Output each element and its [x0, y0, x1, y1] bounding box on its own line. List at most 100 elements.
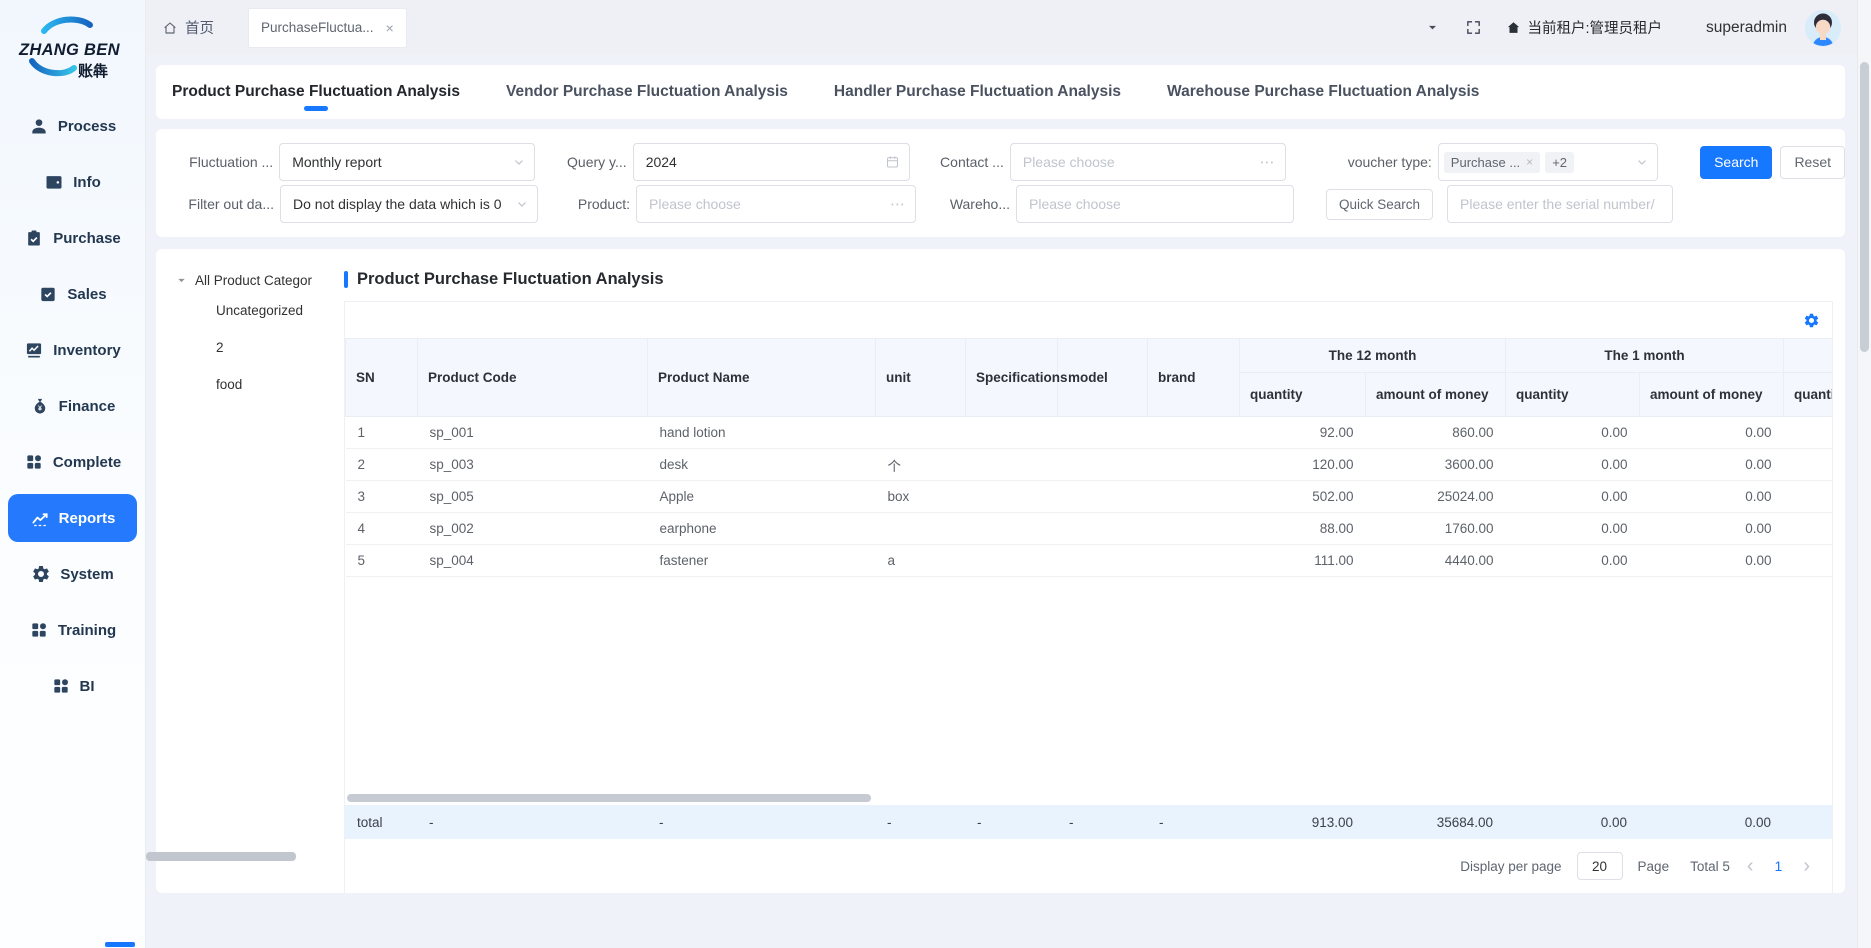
tree-root-all-product-categories[interactable]: All Product Categor — [168, 273, 344, 288]
next-page-icon[interactable]: › — [1801, 856, 1812, 876]
sidebar-item-label: Purchase — [53, 230, 121, 247]
table-row[interactable]: 2sp_003desk个120.003600.000.000.00 — [346, 449, 1833, 481]
sidebar-item-process[interactable]: Process — [8, 102, 137, 150]
table-horizontal-scrollbar-thumb[interactable] — [347, 794, 871, 802]
voucher-type-select[interactable]: Purchase ... × +2 — [1438, 143, 1658, 181]
sidebar-item-training[interactable]: Training — [8, 606, 137, 654]
fullscreen-icon[interactable] — [1465, 19, 1482, 36]
contact-input[interactable] — [1011, 144, 1285, 180]
table-scroll-container[interactable]: SNProduct CodeProduct NameunitSpecificat… — [345, 338, 1832, 577]
breadcrumb-home[interactable]: 首页 — [162, 17, 214, 38]
prev-page-icon[interactable]: ‹ — [1745, 856, 1756, 876]
collapse-caret-icon[interactable] — [1426, 21, 1439, 34]
title-accent-bar — [344, 271, 348, 288]
report-tab-3[interactable]: Handler Purchase Fluctuation Analysis — [834, 65, 1121, 119]
sidebar-scrollbar-thumb[interactable] — [105, 942, 135, 947]
cell: sp_001 — [418, 417, 648, 449]
product-input[interactable] — [637, 186, 915, 222]
contact-label: Contact ... — [938, 154, 1003, 170]
sidebar-item-info[interactable]: Info — [8, 158, 137, 206]
category-tree: All Product Categor Uncategorized2food — [168, 261, 344, 893]
tree-item-uncategorized[interactable]: Uncategorized — [168, 292, 344, 329]
sidebar-item-bi[interactable]: BI — [8, 662, 137, 710]
tree-item-food[interactable]: food — [168, 366, 344, 403]
serial-input[interactable] — [1448, 186, 1672, 222]
table-row[interactable]: 3sp_005Applebox502.0025024.000.000.00 — [346, 481, 1833, 513]
page-size-input[interactable] — [1577, 852, 1623, 880]
table-horizontal-scrollbar — [345, 791, 1832, 805]
product-label: Product: — [564, 196, 630, 212]
tenant-indicator[interactable]: 当前租户:管理员租户 — [1506, 17, 1662, 38]
sidebar-item-label: System — [60, 566, 113, 583]
ellipsis-icon[interactable]: ⋯ — [890, 195, 906, 213]
sidebar-item-sales[interactable]: Sales — [8, 270, 137, 318]
avatar-image — [1805, 10, 1841, 46]
report-tab-1[interactable]: Product Purchase Fluctuation Analysis — [172, 65, 460, 119]
total-cell: - — [417, 805, 647, 839]
tab-close-icon[interactable]: × — [386, 20, 394, 36]
table-row[interactable]: 5sp_004fastenera111.004440.000.000.00 — [346, 545, 1833, 577]
column-settings-gear-icon[interactable] — [1803, 312, 1820, 329]
cell: 0.00 — [1640, 513, 1784, 545]
filter-row-2: Filter out da... Do not display the data… — [156, 185, 1845, 223]
sidebar-item-purchase[interactable]: Purchase — [8, 214, 137, 262]
sidebar-item-inventory[interactable]: Inventory — [8, 326, 137, 374]
column-header: model — [1058, 339, 1148, 417]
query-year-input[interactable] — [634, 144, 910, 180]
current-page-number[interactable]: 1 — [1771, 858, 1787, 874]
cell: 0.00 — [1506, 513, 1640, 545]
filter-zero-select[interactable]: Do not display the data which is 0 — [280, 185, 538, 223]
grid-icon — [29, 620, 49, 640]
cell: 1 — [346, 417, 418, 449]
cell — [1148, 449, 1240, 481]
sidebar-item-system[interactable]: System — [8, 550, 137, 598]
grid-icon — [24, 452, 44, 472]
cell — [966, 481, 1058, 513]
total-cell: - — [1147, 805, 1239, 839]
cell — [966, 449, 1058, 481]
sidebar-item-finance[interactable]: ¥Finance — [8, 382, 137, 430]
brand-logo[interactable]: ZHANG BEN 账犇 — [13, 8, 133, 92]
cell — [1058, 417, 1148, 449]
sidebar-item-complete[interactable]: Complete — [8, 438, 137, 486]
column-header: unit — [876, 339, 966, 417]
quick-search-button[interactable]: Quick Search — [1326, 189, 1433, 220]
sidebar-item-reports[interactable]: Reports — [8, 494, 137, 542]
cell: 0.00 — [1506, 417, 1640, 449]
avatar[interactable] — [1805, 10, 1841, 46]
reset-button[interactable]: Reset — [1780, 146, 1845, 179]
breadcrumb-home-label: 首页 — [185, 17, 214, 38]
svg-text:¥: ¥ — [38, 405, 42, 413]
fluctuation-select[interactable]: Monthly report — [279, 143, 535, 181]
report-tab-4[interactable]: Warehouse Purchase Fluctuation Analysis — [1167, 65, 1479, 119]
total-cell: - — [965, 805, 1057, 839]
cell — [1784, 449, 1832, 481]
table-row[interactable]: 4sp_002earphone88.001760.000.000.00 — [346, 513, 1833, 545]
query-year-label: Query y... — [561, 154, 626, 170]
fluctuation-label: Fluctuation ... — [178, 154, 273, 170]
page-vertical-scrollbar-thumb[interactable] — [1860, 62, 1869, 352]
content-panel: All Product Categor Uncategorized2food P… — [156, 249, 1845, 893]
brand-name-cn: 账犇 — [78, 62, 108, 80]
cell: 0.00 — [1640, 481, 1784, 513]
grid-icon — [51, 676, 71, 696]
cell: 个 — [876, 449, 966, 481]
cell: 111.00 — [1240, 545, 1366, 577]
report-tab-2[interactable]: Vendor Purchase Fluctuation Analysis — [506, 65, 788, 119]
total-cell: 35684.00 — [1365, 805, 1505, 839]
column-header: Product Code — [418, 339, 648, 417]
page-horizontal-scrollbar-thumb[interactable] — [146, 852, 296, 861]
app-root: ZHANG BEN 账犇 Process Info Purchase Sales Inv… — [0, 0, 1871, 948]
ellipsis-icon[interactable]: ⋯ — [1260, 153, 1276, 171]
search-button[interactable]: Search — [1700, 146, 1772, 179]
open-page-tab[interactable]: PurchaseFluctua... × — [248, 8, 407, 48]
logo-swoosh-top — [44, 19, 90, 31]
warehouse-input[interactable] — [1017, 186, 1293, 222]
tree-item-2[interactable]: 2 — [168, 329, 344, 366]
tag-close-icon[interactable]: × — [1526, 155, 1533, 169]
table-toolbar — [345, 302, 1832, 338]
voucher-type-tag-1: Purchase ... × — [1444, 152, 1540, 173]
table-row[interactable]: 1sp_001hand lotion92.00860.000.000.00 — [346, 417, 1833, 449]
total-cell — [1783, 805, 1832, 839]
gear-icon — [31, 564, 51, 584]
